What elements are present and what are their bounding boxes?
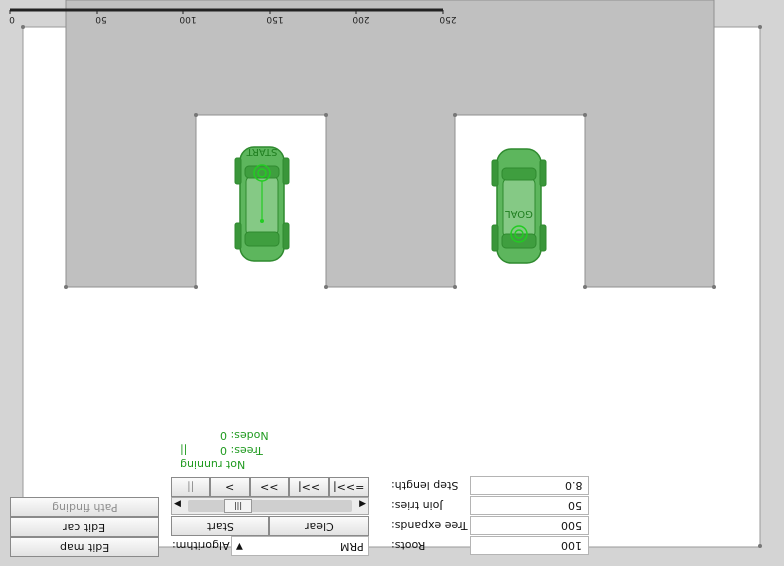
status-running-wrap: Not running (180, 458, 245, 471)
speed-scrollbar[interactable]: ◀ ▶ ||| (171, 497, 369, 515)
tree-expands-field[interactable]: 500 (470, 516, 589, 535)
goal-car[interactable]: GOAL (491, 148, 547, 264)
ruler-tick: 150 (266, 14, 283, 24)
goal-label: GOAL (505, 208, 533, 219)
wall-region (65, 0, 715, 288)
edit-car-label: Edit car (63, 520, 106, 534)
edit-map-button[interactable]: Edit map (10, 537, 159, 557)
algorithm-select[interactable]: ▼ PRM (231, 536, 369, 556)
status-trees: Trees: 0 (220, 444, 263, 457)
edit-car-button[interactable]: Edit car (10, 517, 159, 537)
ruler-tick: 100 (179, 14, 196, 24)
edit-map-label: Edit map (59, 540, 110, 554)
tree-expands-label: Tree expands: (391, 519, 468, 532)
roots-label-wrap: Roots: (391, 539, 425, 552)
step-label: > (225, 480, 235, 494)
fast-label: >> (260, 480, 279, 494)
join-tries-label: Join tries: (391, 499, 443, 512)
roots-value: 100 (561, 539, 582, 552)
join-tries-value: 50 (568, 499, 582, 512)
join-tries-label-wrap: Join tries: (391, 499, 443, 512)
pause-button[interactable]: || (171, 477, 210, 497)
algorithm-value: PRM (340, 539, 364, 553)
algorithm-label-wrap: Algorithm: (172, 539, 230, 552)
step-length-value: 8.0 (564, 479, 583, 492)
ruler-tick: 0 (9, 14, 15, 24)
step-length-label-wrap: Step length: (391, 479, 458, 492)
algorithm-label: Algorithm: (172, 539, 230, 552)
run-to-end-label: =>>| (333, 480, 365, 494)
tree-expands-label-wrap: Tree expands: (391, 519, 468, 532)
path-finding-label: Path finding (51, 500, 118, 514)
status-running: Not running (180, 458, 246, 471)
end-label: >>| (297, 480, 321, 494)
step-length-field[interactable]: 8.0 (470, 476, 589, 495)
status-pause-wrap: || (180, 444, 187, 457)
status-trees-wrap: Trees: 0 (220, 444, 263, 457)
ruler-tick: 200 (352, 14, 369, 24)
skip-end-button[interactable]: >>| (289, 477, 329, 497)
status-pause-glyph: || (180, 444, 188, 457)
ruler-tick: 50 (95, 14, 107, 24)
ruler-tick: 250 (439, 14, 456, 24)
scroll-left-arrow[interactable]: ◀ (174, 499, 181, 509)
clear-button[interactable]: Clear (269, 516, 369, 536)
start-car[interactable]: START (234, 146, 290, 262)
fast-forward-button[interactable]: >> (250, 477, 289, 497)
chevron-down-icon: ▼ (236, 541, 243, 551)
scroll-right-arrow[interactable]: ▶ (359, 499, 366, 509)
status-nodes: Nodes: 0 (220, 429, 269, 442)
roots-field[interactable]: 100 (470, 536, 589, 555)
scroll-grip[interactable]: ||| (224, 499, 252, 513)
scroll-thumb[interactable] (188, 500, 352, 512)
start-label-text: Start (206, 519, 234, 533)
step-length-label: Step length: (391, 479, 459, 492)
path-finding-button[interactable]: Path finding (10, 497, 159, 517)
run-to-end-button[interactable]: =>>| (329, 477, 369, 497)
step-button[interactable]: > (210, 477, 250, 497)
start-button[interactable]: Start (171, 516, 269, 536)
start-label: START (246, 146, 278, 157)
tree-expands-value: 500 (561, 519, 582, 532)
clear-label-text: Clear (304, 519, 334, 533)
pause-label: || (186, 480, 195, 494)
join-tries-field[interactable]: 50 (470, 496, 589, 515)
roots-label: Roots: (391, 539, 426, 552)
status-nodes-wrap: Nodes: 0 (220, 429, 269, 442)
